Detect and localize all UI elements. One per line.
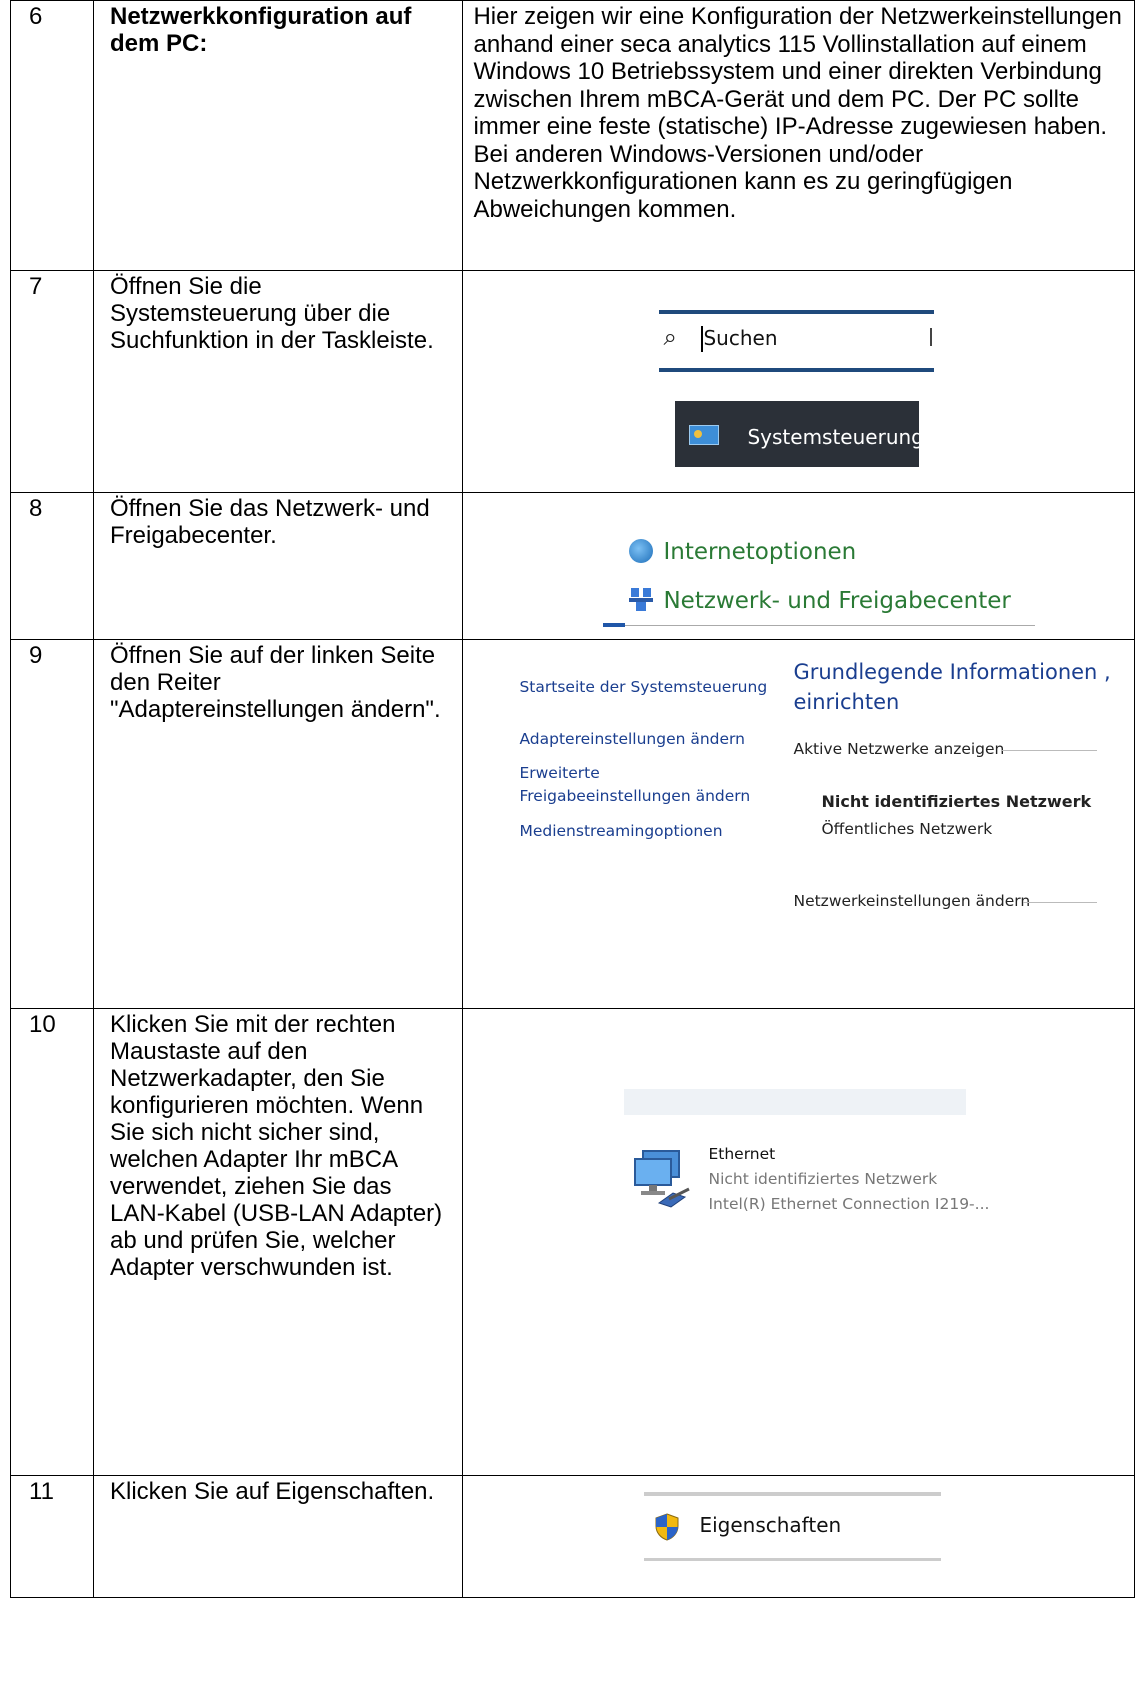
link-freigabeeinstellungen[interactable]: Freigabeeinstellungen ändern [519, 787, 750, 805]
item-label: Netzwerk- und Freigabecenter [663, 588, 1011, 614]
divider [1023, 902, 1098, 903]
network-adapter-icon [634, 1150, 691, 1208]
control-panel-item-netzwerk-und-freigabecenter[interactable]: Netzwerk- und Freigabecenter [629, 588, 1011, 614]
internet-options-icon [629, 539, 654, 563]
uac-shield-icon [655, 1513, 679, 1541]
step-row-11: 11 Klicken Sie auf Eigenschaften. Eigens… [10, 1475, 1135, 1598]
link-erweiterte[interactable]: Erweiterte [519, 764, 599, 782]
step-screenshot: Internetoptionen Netzwerk- und Freigabec… [462, 492, 1135, 640]
search-box-edge [930, 328, 933, 346]
step-row-8: 8 Öffnen Sie das Netzwerk- und Freigabec… [10, 492, 1135, 640]
control-panel-icon [689, 425, 720, 445]
divider [1001, 750, 1098, 751]
heading-einrichten: einrichten [793, 690, 900, 714]
search-result-systemsteuerung[interactable]: Systemsteuerung [675, 401, 924, 467]
link-startseite[interactable]: Startseite der Systemsteuerung [519, 678, 767, 696]
step-number: 6 [10, 0, 94, 271]
step-row-6: 6 Netzwerkkonfiguration auf dem PC: Hier… [10, 0, 1135, 271]
taskbar-search-box[interactable]: ⌕ Suchen [659, 310, 935, 372]
step-row-7: 7 Öffnen Sie die Systemsteuerung über di… [10, 270, 1135, 493]
step-screenshot: Startseite der Systemsteuerung Adapterei… [462, 639, 1135, 1009]
step-description: Öffnen Sie auf der linken Seite den Reit… [92, 639, 464, 1009]
step-description: Öffnen Sie die Systemsteuerung über die … [92, 270, 464, 493]
link-medienstreaming[interactable]: Medienstreamingoptionen [519, 822, 722, 840]
step-screenshot: Eigenschaften [462, 1475, 1135, 1598]
step-screenshot: Ethernet Nicht identifiziertes Netzwerk … [462, 1008, 1135, 1476]
step-number: 9 [10, 639, 94, 1009]
step-number: 11 [10, 1475, 94, 1598]
search-input-text: Suchen [703, 326, 778, 350]
search-result-label: Systemsteuerung [747, 425, 924, 449]
adapter-device: Intel(R) Ethernet Connection I219-... [708, 1195, 990, 1213]
step-row-10: 10 Klicken Sie mit der rechten Maustaste… [10, 1008, 1135, 1476]
adapter-status: Nicht identifiziertes Netzwerk [708, 1170, 938, 1188]
network-name: Nicht identifiziertes Netzwerk [821, 792, 1092, 811]
step-description: Klicken Sie mit der rechten Maustaste au… [92, 1008, 464, 1476]
step-row-9: 9 Öffnen Sie auf der linken Seite den Re… [10, 639, 1135, 1009]
step-title: Netzwerkkonfiguration auf dem PC: [92, 0, 464, 271]
steps-table: 6 Netzwerkkonfiguration auf dem PC: Hier… [10, 0, 1135, 1598]
item-label: Internetoptionen [663, 539, 857, 565]
step-description: Klicken Sie auf Eigenschaften. [92, 1475, 464, 1598]
divider [603, 625, 1036, 626]
step-screenshot: ⌕ Suchen Systemsteuerung [462, 270, 1135, 493]
network-center-icon [629, 588, 654, 612]
change-settings-label: Netzwerkeinstellungen ändern [793, 892, 1031, 910]
step-text-cell: Hier zeigen wir eine Konfiguration der N… [462, 0, 1135, 271]
cut-off-item-icon [603, 623, 626, 627]
control-panel-item-internetoptionen[interactable]: Internetoptionen [629, 539, 856, 565]
header-bar [624, 1089, 967, 1115]
link-adaptereinstellungen[interactable]: Adaptereinstellungen ändern [519, 730, 745, 748]
active-networks-label: Aktive Netzwerke anzeigen [793, 740, 1005, 758]
step-number: 7 [10, 270, 94, 493]
step-description: Öffnen Sie das Netzwerk- und Freigabecen… [92, 492, 464, 640]
heading-grundlegende: Grundlegende Informationen , [793, 660, 1111, 684]
network-type: Öffentliches Netzwerk [821, 820, 993, 838]
magnifier-icon: ⌕ [663, 324, 677, 351]
menu-separator [644, 1558, 942, 1561]
menu-separator [644, 1492, 942, 1496]
intro-text: Hier zeigen wir eine Konfiguration der N… [473, 3, 1122, 223]
adapter-name: Ethernet [708, 1145, 776, 1163]
menu-item-label: Eigenschaften [699, 1513, 842, 1537]
step-number: 8 [10, 492, 94, 640]
step-number: 10 [10, 1008, 94, 1476]
